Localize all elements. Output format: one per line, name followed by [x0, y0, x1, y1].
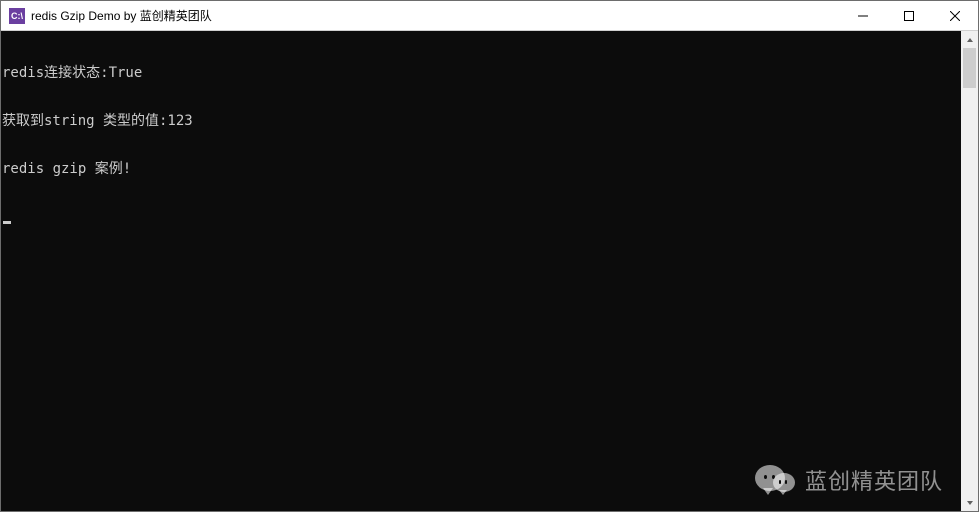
- cursor-icon: [3, 221, 11, 224]
- app-window: C:\ redis Gzip Demo by 蓝创精英团队 redis连接状态:…: [0, 0, 979, 512]
- watermark-text: 蓝创精英团队: [805, 474, 943, 490]
- console-line: redis连接状态:True: [1, 65, 961, 81]
- scroll-down-button[interactable]: [961, 494, 978, 511]
- chevron-up-icon: [966, 36, 974, 44]
- close-icon: [950, 11, 960, 21]
- window-title: redis Gzip Demo by 蓝创精英团队: [31, 7, 840, 24]
- scrollbar-thumb[interactable]: [963, 48, 976, 88]
- minimize-button[interactable]: [840, 1, 886, 30]
- maximize-button[interactable]: [886, 1, 932, 30]
- console-cursor-line: [1, 209, 961, 225]
- console-line: 获取到string 类型的值:123: [1, 113, 961, 129]
- vertical-scrollbar[interactable]: [961, 31, 978, 511]
- scroll-up-button[interactable]: [961, 31, 978, 48]
- client-area: redis连接状态:True 获取到string 类型的值:123 redis …: [1, 31, 978, 511]
- app-icon: C:\: [9, 8, 25, 24]
- console-output[interactable]: redis连接状态:True 获取到string 类型的值:123 redis …: [1, 31, 961, 511]
- titlebar[interactable]: C:\ redis Gzip Demo by 蓝创精英团队: [1, 1, 978, 31]
- minimize-icon: [858, 11, 868, 21]
- scrollbar-track[interactable]: [961, 48, 978, 494]
- console-line: redis gzip 案例!: [1, 161, 961, 177]
- chevron-down-icon: [966, 499, 974, 507]
- wechat-icon: [755, 465, 795, 499]
- maximize-icon: [904, 11, 914, 21]
- close-button[interactable]: [932, 1, 978, 30]
- window-controls: [840, 1, 978, 30]
- watermark: 蓝创精英团队: [755, 465, 943, 499]
